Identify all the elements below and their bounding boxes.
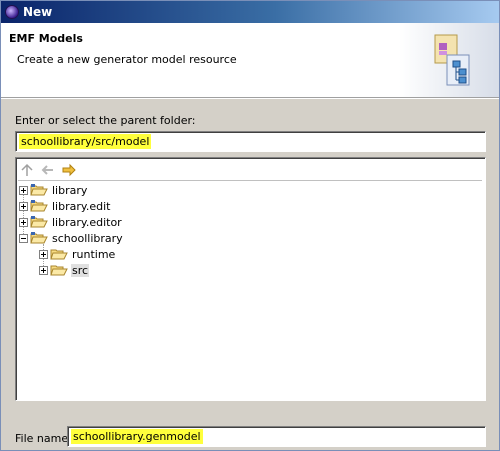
expand-icon[interactable] bbox=[19, 185, 28, 195]
expand-icon[interactable] bbox=[39, 265, 48, 275]
collapse-icon[interactable] bbox=[19, 233, 28, 243]
parent-folder-label: Enter or select the parent folder: bbox=[15, 114, 196, 127]
page-title: EMF Models bbox=[9, 32, 83, 45]
parent-folder-input[interactable]: schoollibrary/src/model bbox=[15, 131, 486, 152]
project-folder-icon bbox=[30, 232, 48, 244]
tree-item-library-editor[interactable]: library.editor bbox=[19, 214, 123, 230]
folder-icon bbox=[50, 265, 68, 276]
tree-toolbar bbox=[19, 161, 99, 179]
wizard-header: EMF Models Create a new generator model … bbox=[1, 23, 499, 98]
expand-icon[interactable] bbox=[19, 217, 28, 227]
file-name-input[interactable]: schoollibrary.genmodel bbox=[67, 426, 486, 447]
title-bar[interactable]: New bbox=[1, 1, 499, 23]
tree-item-runtime[interactable]: runtime bbox=[39, 246, 116, 262]
tree-item-schoollibrary[interactable]: schoollibrary bbox=[19, 230, 124, 246]
wizard-banner bbox=[399, 23, 499, 97]
tree-item-label: library.editor bbox=[52, 215, 122, 229]
tree-item-label: runtime bbox=[72, 247, 116, 261]
parent-folder-value: schoollibrary/src/model bbox=[19, 134, 152, 149]
new-wizard-dialog: New EMF Models Create a new generator mo… bbox=[0, 0, 500, 451]
expand-icon[interactable] bbox=[19, 201, 28, 211]
project-folder-icon bbox=[30, 184, 48, 196]
expand-icon[interactable] bbox=[39, 249, 48, 259]
file-name-label: File name: bbox=[15, 432, 72, 445]
file-name-value: schoollibrary.genmodel bbox=[71, 429, 203, 444]
eclipse-icon bbox=[5, 5, 19, 19]
tree-item-src[interactable]: src bbox=[39, 262, 90, 278]
window-title: New bbox=[23, 5, 53, 19]
tree-item-library-edit[interactable]: library.edit bbox=[19, 198, 111, 214]
header-divider bbox=[1, 98, 499, 99]
project-folder-icon bbox=[30, 200, 48, 212]
page-description: Create a new generator model resource bbox=[17, 53, 237, 66]
project-folder-icon bbox=[30, 216, 48, 228]
tree-item-label: schoollibrary bbox=[52, 231, 123, 245]
folder-tree[interactable]: library library.edit library.editor scho… bbox=[15, 157, 486, 401]
back-arrow-icon[interactable] bbox=[40, 162, 56, 178]
folder-icon bbox=[50, 249, 68, 260]
tree-item-label: src bbox=[71, 263, 90, 277]
forward-arrow-icon[interactable] bbox=[61, 162, 77, 178]
emf-models-icon bbox=[434, 34, 470, 86]
toolbar-separator bbox=[18, 180, 482, 181]
up-folder-icon[interactable] bbox=[19, 162, 35, 178]
tree-item-label: library.edit bbox=[52, 199, 111, 213]
tree-item-library[interactable]: library bbox=[19, 182, 88, 198]
tree-item-label: library bbox=[52, 183, 88, 197]
